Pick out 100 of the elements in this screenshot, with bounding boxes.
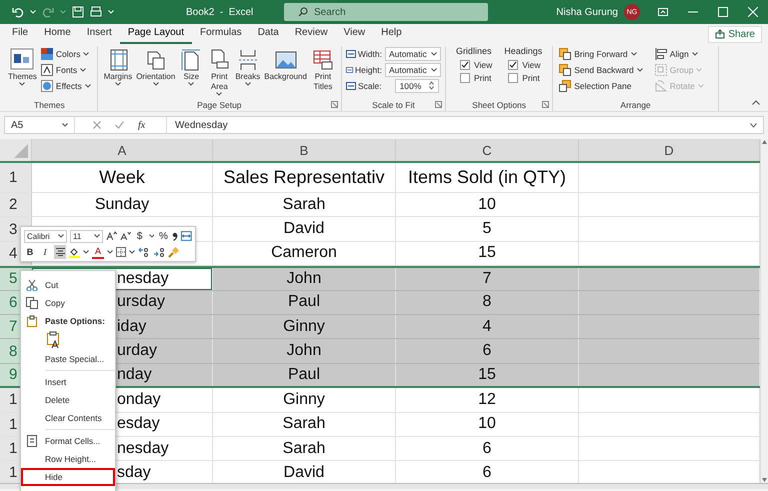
layers-icon bbox=[559, 64, 572, 76]
checkbox[interactable] bbox=[460, 60, 470, 70]
column-header[interactable]: D bbox=[579, 139, 760, 161]
table-cell: Cameron bbox=[213, 242, 396, 266]
menu-heading: Paste Options: bbox=[45, 316, 105, 326]
row-header[interactable]: 1 bbox=[0, 163, 32, 192]
group-label: Arrange bbox=[619, 99, 652, 111]
maximize-icon[interactable] bbox=[718, 7, 728, 17]
clipboard-icon bbox=[26, 315, 38, 327]
ribbon-display-icon[interactable] bbox=[658, 8, 668, 16]
undo-icon[interactable] bbox=[12, 6, 24, 18]
checkbox-label: Print bbox=[522, 73, 540, 83]
borders-icon[interactable] bbox=[116, 247, 126, 257]
caret-icon bbox=[62, 123, 68, 127]
effects-circle-icon bbox=[40, 80, 53, 92]
italic-button[interactable]: I bbox=[39, 245, 51, 259]
fill-color-icon[interactable] bbox=[69, 246, 80, 258]
ribbon-tab[interactable]: Review bbox=[286, 24, 336, 44]
search-field[interactable]: Search bbox=[284, 3, 488, 21]
dialog-launcher-icon[interactable] bbox=[434, 101, 442, 108]
scale-icon bbox=[346, 80, 356, 90]
ribbon-button[interactable]: Selection Pane bbox=[557, 78, 645, 93]
font-color-button[interactable]: A bbox=[92, 245, 104, 259]
ribbon-tab[interactable]: Page Layout bbox=[120, 24, 192, 44]
align-icon bbox=[654, 48, 667, 60]
paintbrush-icon[interactable] bbox=[168, 246, 179, 258]
ribbon-button[interactable]: Align bbox=[652, 46, 706, 61]
ribbon-tab[interactable]: File bbox=[4, 24, 36, 44]
field-label: Scale: bbox=[358, 80, 382, 90]
column-header[interactable]: B bbox=[213, 139, 396, 161]
ribbon-tab[interactable]: Help bbox=[373, 24, 410, 44]
dropdown-field[interactable]: Automatic bbox=[384, 46, 441, 60]
dialog-launcher-icon[interactable] bbox=[542, 101, 550, 108]
checkbox[interactable] bbox=[460, 73, 470, 83]
theme-option-button[interactable]: Fonts bbox=[38, 62, 93, 77]
ribbon-button[interactable]: Breaks bbox=[233, 46, 262, 86]
scroll-up-icon[interactable] bbox=[761, 139, 768, 145]
dropdown-field[interactable]: Automatic bbox=[384, 62, 441, 76]
selection-pane-icon bbox=[559, 80, 572, 92]
decrease-decimal-icon[interactable] bbox=[153, 247, 165, 257]
table-cell: Ginny bbox=[213, 388, 396, 412]
ribbon-button[interactable]: Print Titles bbox=[308, 46, 337, 92]
insert-function-button[interactable]: fx bbox=[138, 120, 146, 130]
formula-field[interactable]: Wednesday bbox=[167, 120, 750, 130]
column-header[interactable]: A bbox=[32, 139, 213, 161]
save-icon[interactable] bbox=[72, 6, 84, 18]
ribbon-tab[interactable]: Formulas bbox=[192, 24, 250, 44]
ribbon-button[interactable]: Background bbox=[262, 46, 309, 82]
percent-button[interactable]: % bbox=[157, 229, 170, 243]
theme-option-button[interactable]: Colors bbox=[38, 46, 93, 61]
format-cells-icon bbox=[26, 435, 38, 447]
comma-style-icon[interactable] bbox=[172, 231, 178, 241]
spinner-field[interactable]: 100% bbox=[394, 78, 439, 92]
table-cell: Sarah bbox=[213, 193, 396, 216]
enter-icon[interactable] bbox=[115, 121, 124, 129]
font-dropdown[interactable]: Calibri bbox=[24, 230, 67, 242]
ribbon-button[interactable]: Bring Forward bbox=[557, 46, 645, 61]
themes-button[interactable]: Themes bbox=[6, 46, 39, 86]
name-box[interactable]: A5 bbox=[5, 117, 75, 133]
ribbon-button[interactable]: Size bbox=[177, 46, 206, 86]
print-icon[interactable] bbox=[90, 6, 102, 18]
ribbon-tab[interactable]: View bbox=[336, 24, 374, 44]
center-align-button[interactable] bbox=[54, 245, 66, 259]
checkbox[interactable] bbox=[508, 73, 518, 83]
ribbon-button[interactable]: Send Backward bbox=[557, 62, 645, 77]
column-header[interactable]: C bbox=[396, 139, 579, 161]
table-cell: Sales Representativ bbox=[213, 163, 396, 192]
menu-item[interactable]: Hide bbox=[21, 468, 115, 486]
ribbon-tab[interactable]: Insert bbox=[78, 24, 120, 44]
table-cell: 12 bbox=[396, 388, 579, 412]
caret-icon bbox=[129, 250, 135, 254]
table-cell: 4 bbox=[396, 314, 579, 338]
option-heading: Gridlines bbox=[456, 46, 492, 56]
close-icon[interactable] bbox=[748, 7, 758, 17]
merge-cells-icon[interactable] bbox=[181, 231, 192, 241]
ribbon-button[interactable]: Print Area bbox=[205, 46, 234, 96]
shrink-font-icon[interactable] bbox=[120, 231, 131, 241]
vertical-scrollbar[interactable] bbox=[760, 139, 768, 483]
collapse-ribbon-icon[interactable] bbox=[752, 100, 760, 105]
checkbox[interactable] bbox=[508, 60, 518, 70]
table-cell: Ginny bbox=[213, 314, 396, 338]
width-icon bbox=[346, 48, 356, 58]
caret-icon bbox=[30, 10, 36, 14]
grow-font-icon[interactable] bbox=[106, 231, 117, 241]
height-icon bbox=[346, 64, 353, 74]
ribbon-button[interactable]: Margins bbox=[102, 46, 134, 86]
theme-option-button[interactable]: Effects bbox=[38, 78, 93, 93]
ribbon-button[interactable]: Orientation bbox=[134, 46, 178, 86]
spinner-arrows-icon bbox=[429, 81, 434, 90]
share-button[interactable]: Share bbox=[708, 26, 762, 42]
font-size-dropdown[interactable]: 11 bbox=[70, 230, 104, 242]
row-header[interactable]: 2 bbox=[0, 193, 32, 216]
dialog-launcher-icon[interactable] bbox=[330, 101, 338, 108]
paste-option-button[interactable] bbox=[46, 331, 60, 349]
currency-button[interactable]: $ bbox=[134, 229, 146, 243]
ribbon-tab[interactable]: Data bbox=[250, 24, 287, 44]
expand-icon[interactable] bbox=[750, 122, 757, 128]
cancel-icon[interactable] bbox=[93, 121, 101, 129]
ribbon-tab[interactable]: Home bbox=[36, 24, 79, 44]
increase-decimal-icon[interactable] bbox=[138, 247, 150, 257]
